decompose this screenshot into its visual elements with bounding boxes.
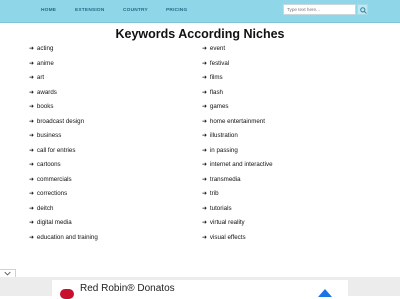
- arrow-icon: ➜: [202, 146, 208, 154]
- keyword-link[interactable]: ➜ acting: [29, 44, 53, 54]
- ad-title[interactable]: Red Robin® Donatos: [80, 283, 175, 294]
- chevron-down-icon: [4, 271, 11, 276]
- keyword-link[interactable]: ➜ call for entries: [29, 146, 75, 156]
- arrow-icon: ➜: [202, 117, 208, 125]
- search-input[interactable]: [283, 4, 356, 15]
- keyword-link[interactable]: ➜ event: [202, 44, 225, 54]
- arrow-icon: ➜: [202, 219, 208, 226]
- arrow-icon: ➜: [202, 88, 208, 96]
- keyword-link[interactable]: ➜ deitch: [29, 204, 53, 214]
- arrow-icon: ➜: [202, 161, 208, 168]
- arrow-icon: ➜: [202, 45, 208, 52]
- arrow-icon: ➜: [29, 190, 35, 197]
- keyword-link[interactable]: ➜ corrections: [29, 189, 67, 199]
- keyword-link[interactable]: ➜ flash: [202, 88, 223, 98]
- keyword-link[interactable]: ➜ commercials: [29, 175, 72, 185]
- keyword-link[interactable]: ➜ festival: [202, 59, 229, 69]
- keyword-link[interactable]: ➜ tutorials: [202, 204, 232, 214]
- arrow-icon: ➜: [202, 132, 208, 139]
- keyword-link[interactable]: ➜ broadcast design: [29, 117, 84, 127]
- keyword-link[interactable]: ➜ virtual reality: [202, 218, 245, 228]
- keyword-link[interactable]: ➜ games: [202, 102, 229, 112]
- keyword-link[interactable]: ➜ books: [29, 102, 53, 112]
- arrow-icon: ➜: [202, 59, 208, 67]
- search-button[interactable]: [357, 4, 368, 15]
- arrow-icon: ➜: [202, 175, 208, 183]
- page-title: Keywords According Niches: [115, 27, 285, 41]
- arrow-icon: ➜: [29, 204, 35, 212]
- keyword-link[interactable]: ➜ art: [29, 73, 44, 83]
- keyword-link[interactable]: ➜ illustration: [202, 131, 238, 141]
- search-icon: [360, 7, 367, 14]
- arrow-icon: ➜: [29, 103, 35, 110]
- arrow-icon: ➜: [29, 59, 35, 67]
- arrow-icon: ➜: [29, 233, 35, 241]
- keyword-link[interactable]: ➜ films: [202, 73, 223, 83]
- keyword-link[interactable]: ➜ digital media: [29, 218, 72, 228]
- arrow-icon: ➜: [29, 45, 35, 52]
- keyword-link[interactable]: ➜ business: [29, 131, 61, 141]
- arrow-icon: ➜: [202, 103, 208, 110]
- arrow-icon: ➜: [202, 74, 208, 81]
- top-navigation-bar: HOME EXTENSION COUNTRY PRICING: [0, 0, 400, 23]
- arrow-icon: ➜: [202, 190, 208, 197]
- keyword-link[interactable]: ➜ anime: [29, 59, 54, 69]
- keyword-link[interactable]: ➜ education and training: [29, 233, 98, 243]
- keyword-link[interactable]: ➜ visual effects: [202, 233, 246, 243]
- arrow-icon: ➜: [29, 88, 35, 96]
- arrow-icon: ➜: [29, 219, 35, 226]
- arrow-icon: ➜: [29, 74, 35, 81]
- arrow-icon: ➜: [202, 204, 208, 212]
- arrow-icon: ➜: [29, 132, 35, 139]
- keyword-link[interactable]: ➜ transmedia: [202, 175, 241, 185]
- nav-home-link[interactable]: HOME: [41, 8, 56, 13]
- nav-pricing-link[interactable]: PRICING: [166, 8, 187, 13]
- nav-country-link[interactable]: COUNTRY: [123, 8, 148, 13]
- keyword-link[interactable]: ➜ internet and interactive: [202, 160, 273, 170]
- keyword-link[interactable]: ➜ home entertainment: [202, 117, 265, 127]
- arrow-icon: ➜: [29, 117, 35, 125]
- nav-extension-link[interactable]: EXTENSION: [75, 8, 105, 13]
- arrow-icon: ➜: [29, 161, 35, 168]
- keyword-link[interactable]: ➜ awards: [29, 88, 57, 98]
- arrow-icon: ➜: [29, 146, 35, 154]
- keyword-link[interactable]: ➜ in passing: [202, 146, 238, 156]
- keyword-link[interactable]: ➜ trib: [202, 189, 219, 199]
- arrow-icon: ➜: [29, 175, 35, 183]
- ad-logo: [60, 289, 74, 299]
- ad-collapse-toggle[interactable]: [0, 269, 16, 277]
- keyword-link[interactable]: ➜ cartoons: [29, 160, 61, 170]
- arrow-icon: ➜: [202, 233, 208, 241]
